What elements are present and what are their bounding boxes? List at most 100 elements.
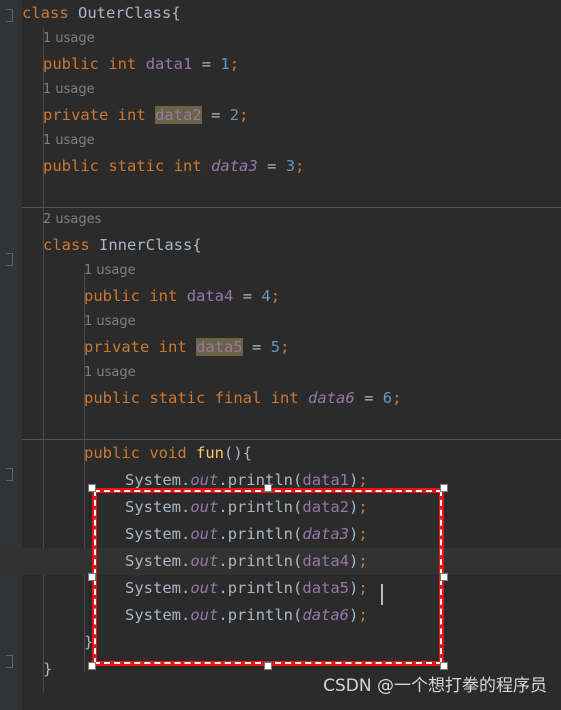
code-line-println-data3[interactable]: System.out.println(data3); xyxy=(0,521,561,548)
usage-hint-data2[interactable]: 1 usage xyxy=(0,78,561,102)
keyword-public-5: public xyxy=(84,444,140,462)
field-data3: data3 xyxy=(211,157,258,175)
semicolon-2: ; xyxy=(239,106,249,124)
semicolon-p2: ; xyxy=(358,498,368,516)
code-line-field-data5[interactable]: private int data5 = 5; xyxy=(0,334,561,361)
keyword-int-5: int xyxy=(158,338,187,356)
code-line-field-data4[interactable]: public int data4 = 4; xyxy=(0,283,561,310)
dot-6b: . xyxy=(218,606,228,624)
code-line-method-fun[interactable]: public void fun(){ xyxy=(0,440,561,467)
resize-handle-top-right[interactable] xyxy=(440,484,448,492)
code-lines: class OuterClass{ 1 usage public int dat… xyxy=(0,0,561,683)
text-caret xyxy=(381,584,383,605)
paren-open-2: ( xyxy=(293,498,303,516)
keyword-static-2: static xyxy=(149,389,206,407)
usage-hint-data3[interactable]: 1 usage xyxy=(0,129,561,153)
brace-open-method: { xyxy=(242,444,253,462)
dot-5b: . xyxy=(218,579,228,597)
usage-hint-innerclass[interactable]: 2 usages xyxy=(0,208,561,232)
paren-open-6: ( xyxy=(293,606,303,624)
keyword-class: class xyxy=(22,4,69,22)
keyword-int-3: int xyxy=(173,157,202,175)
paren-close-1: ) xyxy=(349,471,359,489)
code-line-class-outer[interactable]: class OuterClass{ xyxy=(0,0,561,27)
resize-handle-bottom-right[interactable] xyxy=(440,662,448,670)
dot-2b: . xyxy=(218,498,228,516)
resize-handle-top-left[interactable] xyxy=(88,484,96,492)
csdn-watermark: CSDN @一个想打拳的程序员 xyxy=(323,676,547,696)
resize-handle-middle-right[interactable] xyxy=(440,573,448,581)
paren-open-5: ( xyxy=(293,579,303,597)
field-data2: data2 xyxy=(155,106,202,124)
dot-3b: . xyxy=(218,525,228,543)
code-line-println-data2[interactable]: System.out.println(data2); xyxy=(0,494,561,521)
semicolon-4: ; xyxy=(270,287,281,305)
type-name-outerclass: OuterClass xyxy=(78,4,172,22)
semicolon-p6: ; xyxy=(358,606,368,624)
arg-data3: data3 xyxy=(302,525,350,543)
arg-data5: data5 xyxy=(302,579,350,597)
semicolon-6: ; xyxy=(392,389,402,407)
class-system-6: System xyxy=(125,606,181,624)
code-line-close-method[interactable]: } xyxy=(0,629,561,656)
field-data6: data6 xyxy=(308,389,355,407)
code-line-println-data5[interactable]: System.out.println(data5); xyxy=(0,575,561,602)
field-out-4: out xyxy=(190,552,219,570)
keyword-public-4: public xyxy=(84,389,140,407)
brace-open-inner: { xyxy=(192,236,202,254)
keyword-int-2: int xyxy=(117,106,146,124)
code-editor[interactable]: class OuterClass{ 1 usage public int dat… xyxy=(0,0,561,710)
field-out-1: out xyxy=(190,471,219,489)
class-system-1: System xyxy=(125,471,181,489)
code-line-println-data4[interactable]: System.out.println(data4); xyxy=(0,548,561,575)
code-line-field-data1[interactable]: public int data1 = 1; xyxy=(0,51,561,78)
keyword-public-3: public xyxy=(84,287,140,305)
type-name-innerclass: InnerClass xyxy=(99,236,193,254)
code-line-println-data1[interactable]: System.out.println(data1); xyxy=(0,467,561,494)
brace-close-inner: } xyxy=(43,660,53,678)
method-name-fun: fun xyxy=(196,444,225,462)
keyword-class-2: class xyxy=(43,236,90,254)
code-line-field-data6[interactable]: public static final int data6 = 6; xyxy=(0,385,561,412)
resize-handle-middle-left[interactable] xyxy=(88,573,96,581)
usage-hint-data1[interactable]: 1 usage xyxy=(0,27,561,51)
equals-5: = xyxy=(252,338,262,356)
keyword-void-1: void xyxy=(149,444,187,462)
paren-open-1: ( xyxy=(293,471,303,489)
code-line-field-data3[interactable]: public static int data3 = 3; xyxy=(0,153,561,180)
method-println-2: println xyxy=(227,498,294,516)
literal-6: 6 xyxy=(382,389,393,407)
dot-1b: . xyxy=(218,471,228,489)
field-data4: data4 xyxy=(186,287,234,305)
keyword-int-1: int xyxy=(108,55,137,73)
code-line-println-data6[interactable]: System.out.println(data6); xyxy=(0,602,561,629)
semicolon-1: ; xyxy=(229,55,240,73)
resize-handle-bottom-left[interactable] xyxy=(88,662,96,670)
paren-close-5: ) xyxy=(349,579,359,597)
method-parens: () xyxy=(224,444,243,462)
code-line-blank-1[interactable] xyxy=(0,180,561,207)
equals-3: = xyxy=(267,157,277,175)
literal-2: 2 xyxy=(229,106,240,124)
resize-handle-bottom-center[interactable] xyxy=(264,662,272,670)
code-line-field-data2[interactable]: private int data2 = 2; xyxy=(0,102,561,129)
paren-open-4: ( xyxy=(293,552,303,570)
field-out-5: out xyxy=(190,579,219,597)
arg-data1: data1 xyxy=(302,471,350,489)
usage-hint-data6[interactable]: 1 usage xyxy=(0,361,561,385)
class-system-3: System xyxy=(125,525,181,543)
equals-2: = xyxy=(211,106,221,124)
field-out-2: out xyxy=(190,498,219,516)
literal-3: 3 xyxy=(285,157,296,175)
semicolon-5: ; xyxy=(280,338,290,356)
usage-hint-data4[interactable]: 1 usage xyxy=(0,259,561,283)
code-line-blank-2[interactable] xyxy=(0,412,561,439)
paren-close-3: ) xyxy=(349,525,359,543)
resize-handle-top-center[interactable] xyxy=(264,484,272,492)
paren-open-3: ( xyxy=(293,525,303,543)
code-line-class-inner[interactable]: class InnerClass{ xyxy=(0,232,561,259)
usage-hint-data5[interactable]: 1 usage xyxy=(0,310,561,334)
keyword-final-1: final xyxy=(214,389,262,407)
dot-2a: . xyxy=(181,498,191,516)
dot-6a: . xyxy=(181,606,191,624)
